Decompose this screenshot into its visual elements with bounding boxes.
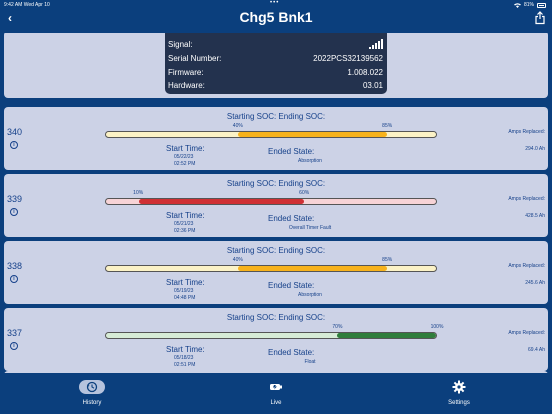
multitask-dots[interactable]: •••: [270, 0, 279, 6]
soc-bar: [105, 198, 437, 205]
page-title: Chg5 Bnk1: [239, 9, 313, 25]
serial-label: Serial Number:: [168, 53, 222, 63]
start-soc: 40%: [232, 123, 243, 129]
history-list[interactable]: Signal: Serial Number: 2022PCS32139562 F…: [0, 33, 552, 373]
start-time: 02:52 PM: [174, 161, 196, 167]
wifi-icon: [513, 2, 521, 8]
ended-state-value: Overall Timer Fault: [288, 225, 332, 231]
start-time-label: Start Time:: [166, 345, 205, 354]
info-row-hardware: Hardware: 03.01: [168, 79, 383, 91]
amps-replaced-value: 428.5 Ah: [525, 213, 545, 219]
tab-bar: History Live Settings: [0, 374, 552, 414]
ended-state-value: Absorption: [298, 158, 322, 164]
end-soc: 85%: [382, 257, 393, 263]
nav-bar: ‹ Chg5 Bnk1: [0, 8, 552, 32]
soc-bar-fill: [238, 266, 387, 271]
device-info-card: Signal: Serial Number: 2022PCS32139562 F…: [4, 33, 548, 98]
history-icon: [79, 380, 105, 394]
start-date: 05/22/23: [174, 154, 194, 160]
info-row-serial: Serial Number: 2022PCS32139562: [168, 52, 383, 64]
info-icon[interactable]: i: [10, 342, 18, 350]
soc-bar: [105, 131, 437, 138]
end-soc: 85%: [382, 123, 393, 129]
amps-replaced-label: Amps Replaced:: [508, 196, 545, 202]
ended-state-value: Float: [304, 359, 316, 365]
start-date: 05/18/23: [174, 355, 194, 361]
serial-value: 2022PCS32139562: [313, 53, 383, 63]
ended-state-label: Ended State:: [268, 348, 315, 357]
firmware-label: Firmware:: [168, 67, 204, 77]
session-card-339[interactable]: 339 i Starting SOC: Ending SOC: 10% 60% …: [4, 174, 548, 237]
hardware-label: Hardware:: [168, 80, 205, 90]
soc-bar-fill: [139, 199, 304, 204]
session-card-partial[interactable]: [4, 371, 548, 373]
signal-label: Signal:: [168, 39, 193, 49]
soc-heading: Starting SOC: Ending SOC:: [226, 246, 326, 255]
soc-heading: Starting SOC: Ending SOC:: [226, 112, 326, 121]
start-soc: 10%: [133, 190, 144, 196]
firmware-value: 1.008.022: [347, 67, 383, 77]
amps-replaced-label: Amps Replaced:: [508, 263, 545, 269]
session-card-337[interactable]: 337 i Starting SOC: Ending SOC: 70% 100%…: [4, 308, 548, 371]
info-row-signal: Signal:: [168, 38, 383, 50]
session-id: 340: [7, 127, 23, 137]
amps-replaced-label: Amps Replaced:: [508, 330, 545, 336]
soc-heading: Starting SOC: Ending SOC:: [226, 313, 326, 322]
start-soc: 70%: [332, 324, 343, 330]
amps-replaced-value: 69.4 Ah: [528, 347, 545, 353]
amps-replaced-label: Amps Replaced:: [508, 129, 545, 135]
tab-history-label: History: [82, 400, 102, 406]
session-card-340[interactable]: 340 i Starting SOC: Ending SOC: 40% 85% …: [4, 107, 548, 170]
tab-settings-label: Settings: [448, 400, 470, 406]
share-icon[interactable]: [534, 11, 546, 25]
end-soc: 60%: [299, 190, 310, 196]
soc-bar-fill: [337, 333, 436, 338]
session-card-338[interactable]: 338 i Starting SOC: Ending SOC: 40% 85% …: [4, 241, 548, 304]
gear-icon: [452, 380, 466, 394]
tab-settings[interactable]: Settings: [419, 380, 499, 406]
session-id: 337: [7, 328, 23, 338]
start-date: 05/21/23: [174, 221, 194, 227]
start-time: 04:48 PM: [174, 295, 196, 301]
info-icon[interactable]: i: [10, 141, 18, 149]
session-id: 338: [7, 261, 23, 271]
info-row-firmware: Firmware: 1.008.022: [168, 66, 383, 78]
info-icon[interactable]: i: [10, 275, 18, 283]
battery-icon: [537, 2, 546, 8]
battery-plug-icon: [270, 384, 282, 390]
soc-heading: Starting SOC: Ending SOC:: [226, 179, 326, 188]
start-time-label: Start Time:: [166, 278, 205, 287]
start-time-label: Start Time:: [166, 211, 205, 220]
soc-bar: [105, 265, 437, 272]
start-soc: 40%: [232, 257, 243, 263]
tab-live-label: Live: [270, 400, 282, 406]
session-id: 339: [7, 194, 23, 204]
tab-live[interactable]: Live: [236, 380, 316, 406]
ended-state-label: Ended State:: [268, 214, 315, 223]
end-soc: 100%: [430, 324, 444, 330]
ended-state-label: Ended State:: [268, 147, 315, 156]
soc-bar-fill: [238, 132, 387, 137]
start-time: 02:36 PM: [174, 228, 196, 234]
tab-history[interactable]: History: [52, 380, 132, 406]
amps-replaced-value: 294.0 Ah: [525, 146, 545, 152]
hardware-value: 03.01: [362, 80, 383, 90]
device-info-panel: Signal: Serial Number: 2022PCS32139562 F…: [165, 33, 387, 94]
soc-bar: [105, 332, 437, 339]
ended-state-value: Absorption: [298, 292, 322, 298]
start-date: 05/19/23: [174, 288, 194, 294]
start-time: 02:51 PM: [174, 362, 196, 368]
signal-strength-icon: [369, 39, 383, 49]
amps-replaced-value: 245.6 Ah: [525, 280, 545, 286]
start-time-label: Start Time:: [166, 144, 205, 153]
ended-state-label: Ended State:: [268, 281, 315, 290]
info-icon[interactable]: i: [10, 208, 18, 216]
